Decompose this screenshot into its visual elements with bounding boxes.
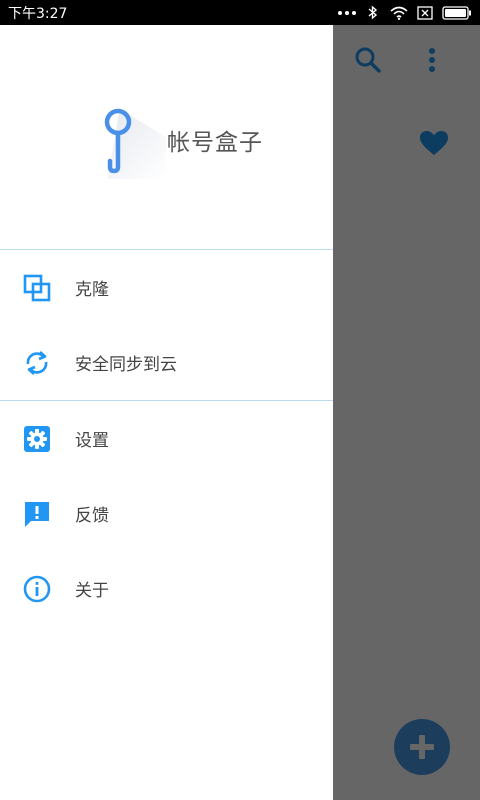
no-sim-icon (416, 5, 434, 21)
menu-item-clone[interactable]: 克隆 (0, 250, 333, 325)
menu-item-feedback[interactable]: 反馈 (0, 476, 333, 551)
menu-item-label: 克隆 (75, 280, 109, 300)
gear-icon (22, 424, 52, 454)
app-name: 帐号盒子 (167, 130, 263, 156)
screen: 下午3:27 帐号盒子 克隆 安全同步到云 设置 反馈 关于 (0, 0, 480, 800)
key-logo-icon (100, 107, 164, 177)
menu-item-label: 关于 (75, 581, 109, 601)
bluetooth-icon (364, 5, 382, 21)
add-fab-button[interactable] (394, 719, 450, 775)
sync-icon (22, 348, 52, 378)
clone-icon (22, 273, 52, 303)
menu-item-settings[interactable]: 设置 (0, 401, 333, 476)
status-time: 下午3:27 (8, 5, 68, 22)
info-icon (22, 574, 52, 604)
wifi-icon (390, 5, 408, 21)
menu-item-label: 安全同步到云 (75, 355, 177, 375)
navigation-drawer: 帐号盒子 克隆 安全同步到云 设置 反馈 关于 (0, 25, 333, 800)
heart-icon[interactable] (412, 121, 456, 165)
more-vert-icon[interactable] (410, 38, 454, 82)
menu-item-label: 设置 (75, 431, 109, 451)
menu-item-about[interactable]: 关于 (0, 551, 333, 626)
battery-icon (442, 5, 472, 21)
status-bar: 下午3:27 (0, 0, 480, 25)
plus-icon (410, 735, 434, 759)
search-icon[interactable] (346, 38, 390, 82)
menu-group-secondary: 设置 反馈 关于 (0, 401, 333, 626)
menu-item-sync[interactable]: 安全同步到云 (0, 325, 333, 400)
drawer-header: 帐号盒子 (0, 25, 333, 250)
menu-group-primary: 克隆 安全同步到云 (0, 250, 333, 401)
feedback-icon (22, 499, 52, 529)
status-icons (338, 5, 472, 21)
notification-dots-icon (338, 10, 356, 15)
menu-item-label: 反馈 (75, 506, 109, 526)
